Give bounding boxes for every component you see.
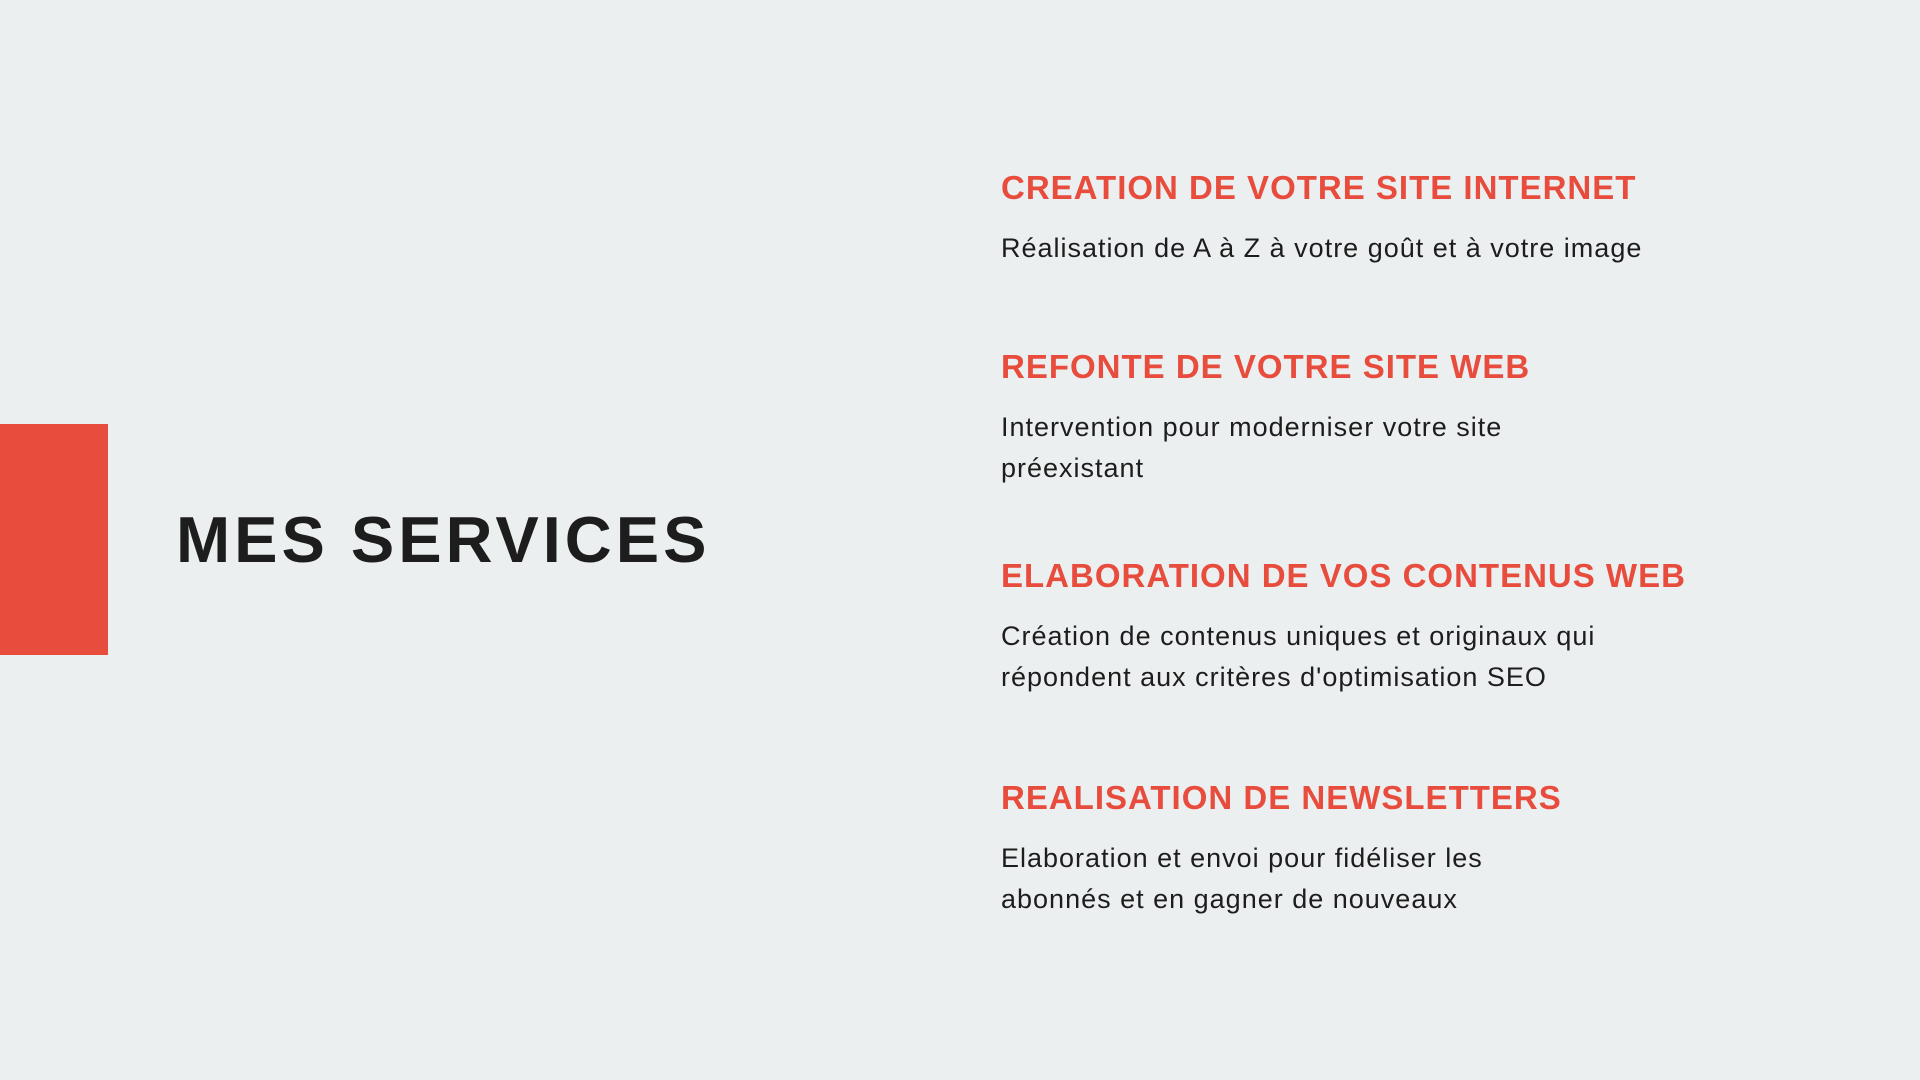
page-title: MES SERVICES	[176, 503, 711, 576]
service-item-newsletters: REALISATION DE NEWSLETTERS Elaboration e…	[1001, 778, 1721, 920]
service-description: Elaboration et envoi pour fidéliser les …	[1001, 843, 1483, 914]
service-description: Réalisation de A à Z à votre goût et à v…	[1001, 233, 1643, 263]
service-item-web-content: ELABORATION DE VOS CONTENUS WEB Création…	[1001, 556, 1721, 698]
service-title: REALISATION DE NEWSLETTERS	[1001, 779, 1562, 816]
accent-block	[0, 424, 108, 655]
service-title: CREATION DE VOTRE SITE INTERNET	[1001, 169, 1637, 206]
service-title: ELABORATION DE VOS CONTENUS WEB	[1001, 557, 1686, 594]
service-description: Intervention pour moderniser votre site …	[1001, 412, 1503, 483]
service-item-site-creation: CREATION DE VOTRE SITE INTERNET Réalisat…	[1001, 168, 1721, 269]
service-description: Création de contenus uniques et originau…	[1001, 621, 1596, 692]
service-item-site-redesign: REFONTE DE VOTRE SITE WEB Intervention p…	[1001, 347, 1721, 489]
service-title: REFONTE DE VOTRE SITE WEB	[1001, 348, 1531, 385]
